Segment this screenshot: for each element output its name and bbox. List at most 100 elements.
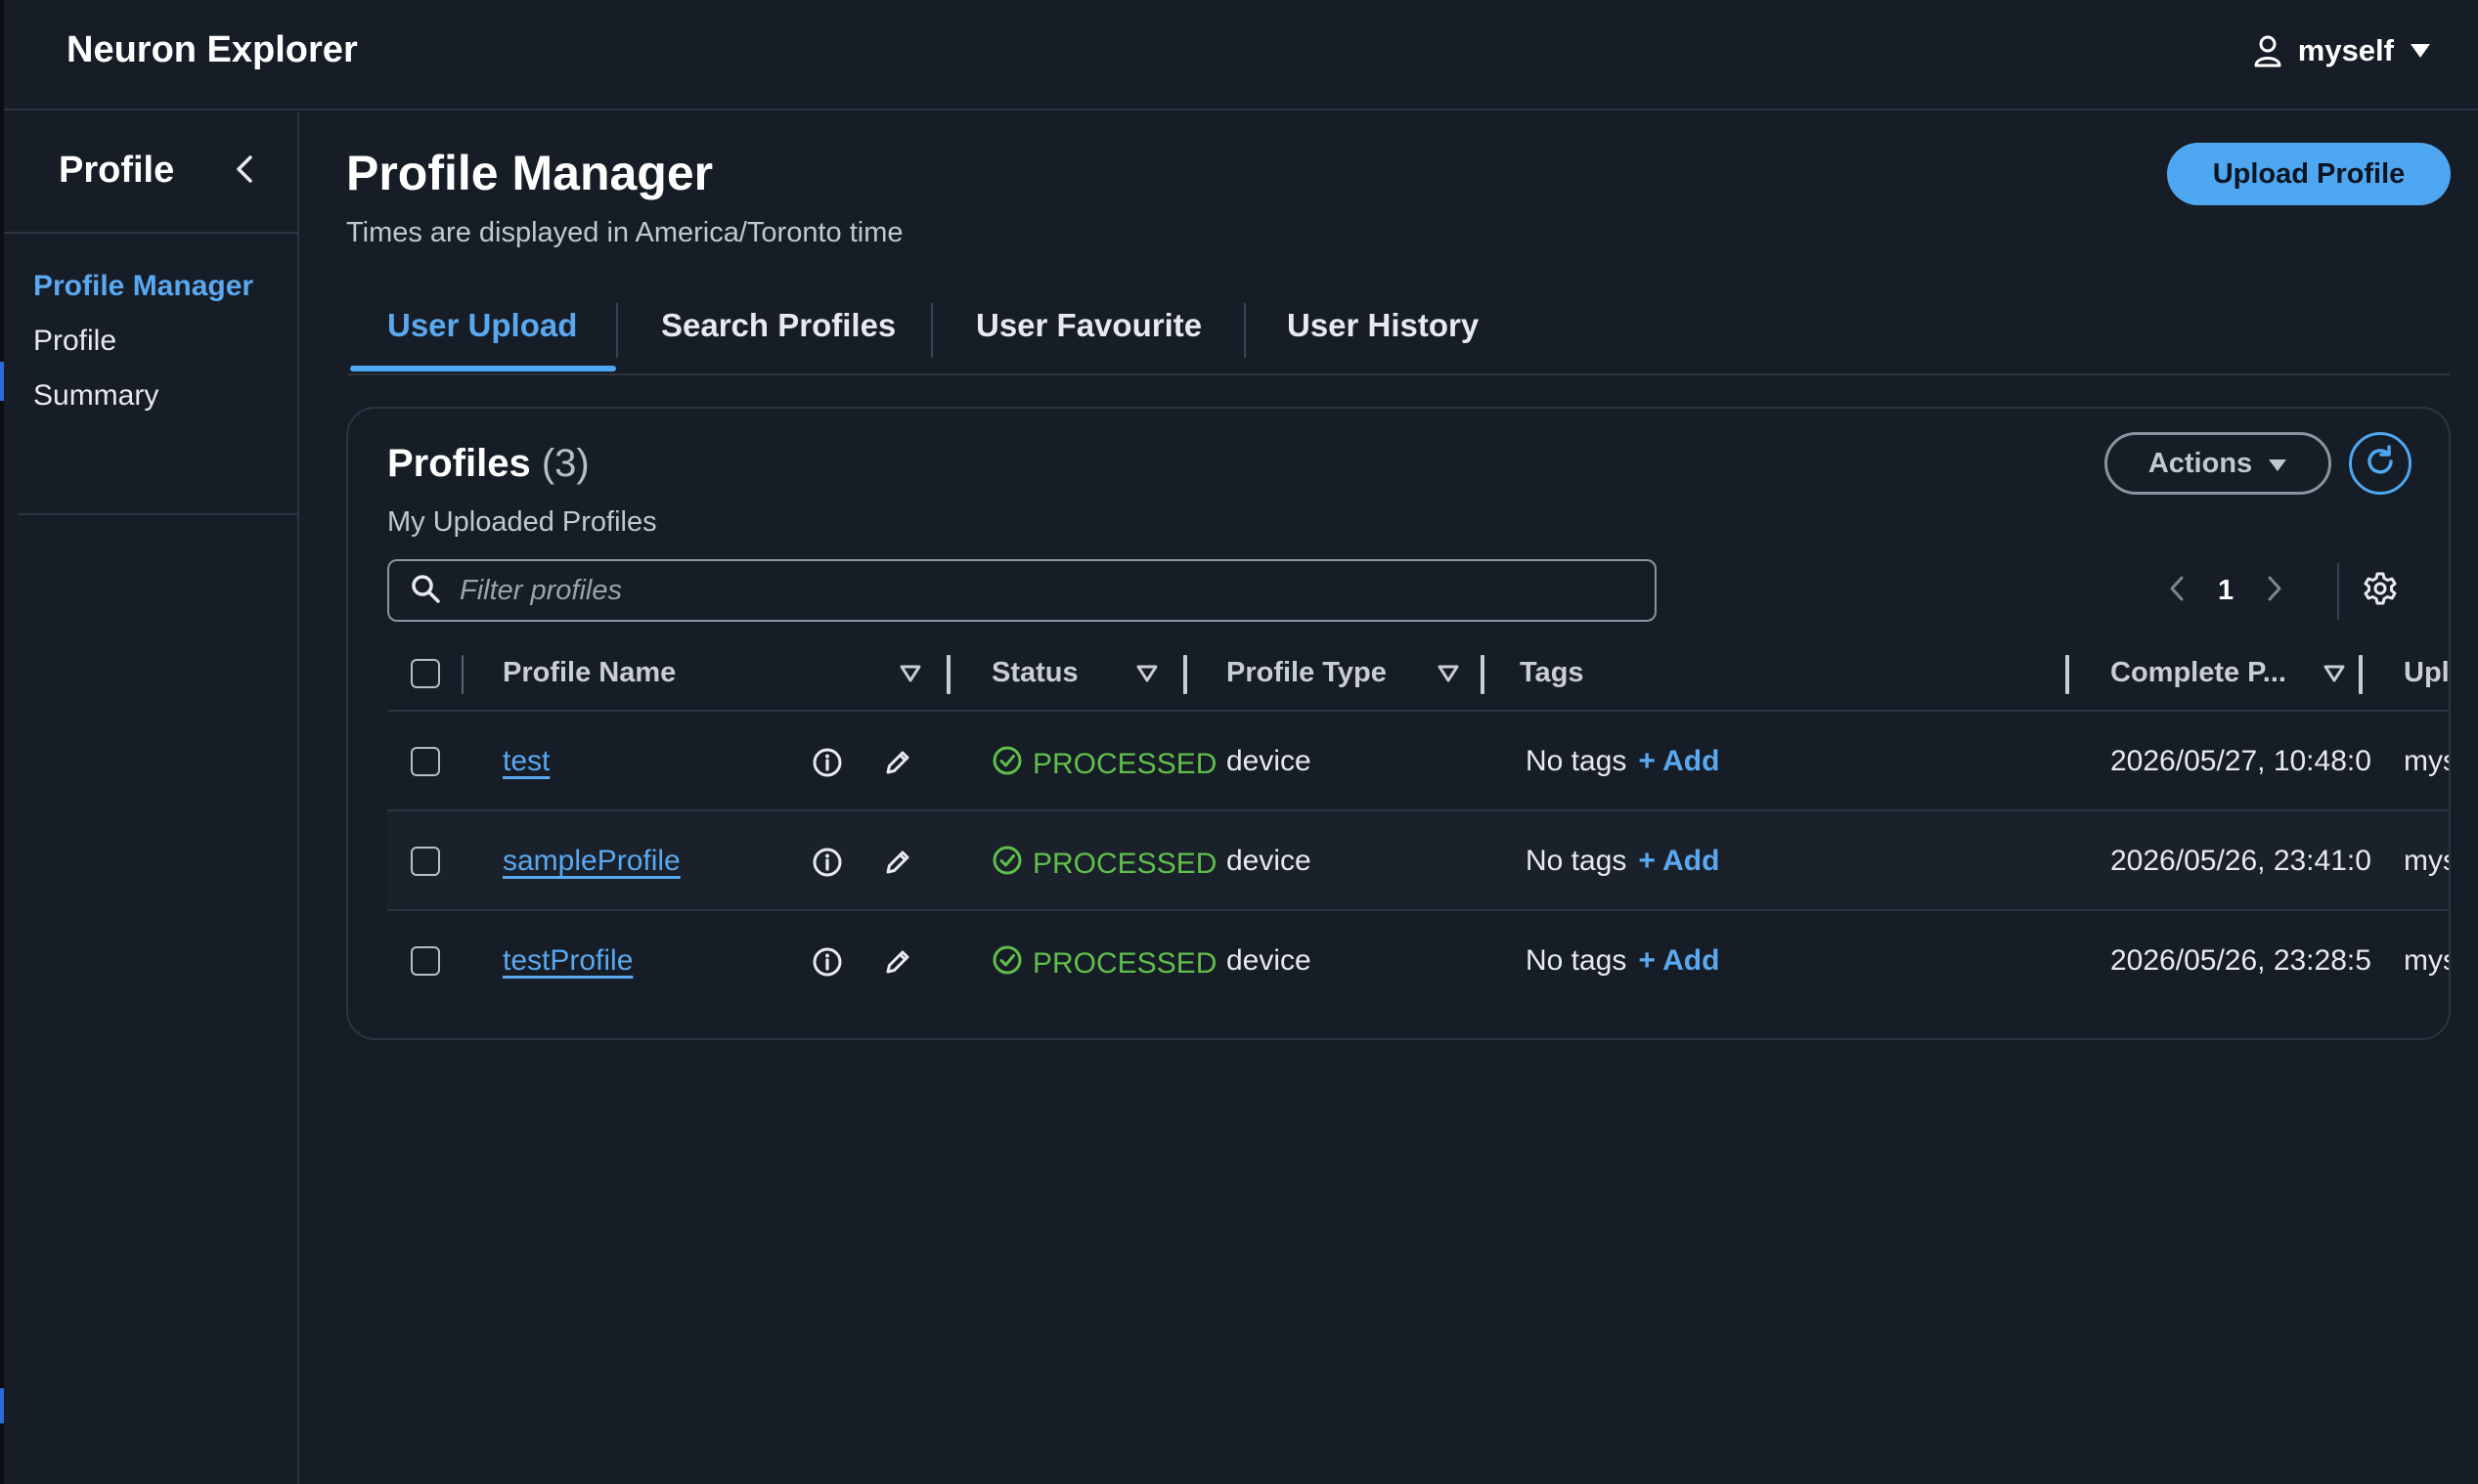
status-badge: PROCESSED bbox=[992, 944, 1217, 983]
add-tag-button[interactable]: + Add bbox=[1638, 745, 1719, 777]
sidebar-item-profile[interactable]: Profile bbox=[33, 314, 253, 369]
profile-type: device bbox=[1226, 845, 1311, 877]
column-header-tags[interactable]: Tags bbox=[1520, 657, 1584, 689]
column-header-profile-name[interactable]: Profile Name bbox=[503, 657, 676, 689]
tab-divider bbox=[1244, 303, 1246, 358]
profiles-panel: Profiles (3) My Uploaded Profiles Action… bbox=[346, 407, 2451, 1040]
chevron-down-icon bbox=[2268, 448, 2287, 480]
tab-bar: User Upload Search Profiles User Favouri… bbox=[348, 293, 2451, 375]
profile-name-link[interactable]: sampleProfile bbox=[503, 845, 681, 878]
add-tag-button[interactable]: + Add bbox=[1638, 845, 1719, 877]
tab-search-profiles[interactable]: Search Profiles bbox=[661, 307, 896, 371]
table-header: Profile Name Status Profile Type Tags Co… bbox=[387, 639, 2450, 712]
tab-user-favourite[interactable]: User Favourite bbox=[976, 307, 1202, 371]
column-resizer[interactable] bbox=[2359, 655, 2363, 694]
next-page-button[interactable] bbox=[2267, 575, 2282, 607]
column-divider bbox=[462, 655, 464, 694]
profile-name-link[interactable]: testProfile bbox=[503, 944, 633, 978]
pencil-icon[interactable] bbox=[880, 745, 915, 780]
profile-name-link[interactable]: test bbox=[503, 745, 550, 778]
uploader: myself bbox=[2404, 745, 2449, 777]
status-text: PROCESSED bbox=[1033, 848, 1217, 880]
pager-divider bbox=[2337, 563, 2339, 620]
info-icon[interactable] bbox=[810, 944, 845, 980]
select-all-checkbox[interactable] bbox=[411, 659, 440, 688]
tab-user-history[interactable]: User History bbox=[1287, 307, 1479, 371]
column-resizer[interactable] bbox=[2065, 655, 2069, 694]
sidebar-divider bbox=[18, 513, 297, 515]
sidebar: Profile Profile Manager Profile Summary bbox=[4, 112, 299, 1484]
chevron-down-icon bbox=[2410, 43, 2431, 59]
tab-divider bbox=[616, 303, 618, 358]
chevron-left-icon bbox=[236, 154, 253, 188]
uploader: myself bbox=[2404, 944, 2449, 977]
info-icon[interactable] bbox=[810, 745, 845, 780]
column-header-complete-processing[interactable]: Complete P... bbox=[2110, 657, 2286, 689]
column-header-uploader[interactable]: Upl bbox=[2404, 657, 2450, 689]
no-tags-text: No tags bbox=[1526, 845, 1627, 877]
filter-profiles-input[interactable] bbox=[460, 574, 1614, 607]
timezone-note: Times are displayed in America/Toronto t… bbox=[346, 217, 904, 248]
refresh-icon bbox=[2363, 444, 2398, 484]
collapse-sidebar-button[interactable] bbox=[227, 153, 262, 189]
tab-divider bbox=[931, 303, 933, 358]
complete-time: 2026/05/26, 23:41:0 bbox=[2110, 845, 2371, 877]
status-badge: PROCESSED bbox=[992, 845, 1217, 884]
sidebar-item-summary[interactable]: Summary bbox=[33, 369, 253, 423]
profile-type: device bbox=[1226, 944, 1311, 977]
profiles-table: Profile Name Status Profile Type Tags Co… bbox=[387, 639, 2450, 1011]
complete-time: 2026/05/27, 10:48:0 bbox=[2110, 745, 2371, 777]
panel-title: Profiles (3) bbox=[387, 442, 590, 486]
refresh-button[interactable] bbox=[2349, 432, 2412, 495]
table-row: sampleProfile PROCESSED device No tags + … bbox=[387, 811, 2449, 911]
row-checkbox[interactable] bbox=[411, 847, 440, 876]
filter-icon[interactable] bbox=[1136, 665, 1158, 687]
check-circle-icon bbox=[992, 745, 1023, 784]
column-header-profile-type[interactable]: Profile Type bbox=[1226, 657, 1387, 689]
profile-type: device bbox=[1226, 745, 1311, 777]
pencil-icon[interactable] bbox=[880, 944, 915, 980]
user-icon bbox=[2253, 34, 2282, 67]
table-row: testProfile PROCESSED device No tags + Ad… bbox=[387, 911, 2449, 1011]
top-navigation-bar: Neuron Explorer myself bbox=[4, 0, 2478, 110]
table-row: test PROCESSED device No tags + Add 2026/… bbox=[387, 712, 2449, 811]
current-page-number[interactable]: 1 bbox=[2218, 575, 2234, 607]
no-tags-text: No tags bbox=[1526, 745, 1627, 777]
table-settings-button[interactable] bbox=[2361, 571, 2400, 610]
filter-profiles-field[interactable] bbox=[387, 559, 1657, 622]
status-badge: PROCESSED bbox=[992, 745, 1217, 784]
search-icon bbox=[411, 574, 440, 608]
app-title[interactable]: Neuron Explorer bbox=[66, 29, 358, 71]
tab-user-upload[interactable]: User Upload bbox=[387, 307, 577, 371]
upload-profile-button[interactable]: Upload Profile bbox=[2167, 143, 2451, 205]
user-menu[interactable]: myself bbox=[2253, 33, 2431, 68]
profile-count: (3) bbox=[541, 442, 590, 485]
status-text: PROCESSED bbox=[1033, 748, 1217, 780]
no-tags-text: No tags bbox=[1526, 944, 1627, 977]
panel-subtitle: My Uploaded Profiles bbox=[387, 506, 657, 538]
column-resizer[interactable] bbox=[1183, 655, 1187, 694]
status-text: PROCESSED bbox=[1033, 947, 1217, 980]
info-icon[interactable] bbox=[810, 845, 845, 880]
sidebar-title: Profile bbox=[59, 150, 175, 191]
pagination: 1 bbox=[2169, 565, 2282, 616]
row-checkbox[interactable] bbox=[411, 747, 440, 776]
sidebar-nav: Profile Manager Profile Summary bbox=[33, 259, 253, 423]
filter-icon[interactable] bbox=[2323, 665, 2345, 687]
complete-time: 2026/05/26, 23:28:5 bbox=[2110, 944, 2371, 977]
previous-page-button[interactable] bbox=[2169, 575, 2185, 607]
check-circle-icon bbox=[992, 944, 1023, 983]
sidebar-item-profile-manager[interactable]: Profile Manager bbox=[33, 259, 253, 314]
pencil-icon[interactable] bbox=[880, 845, 915, 880]
filter-icon[interactable] bbox=[900, 665, 921, 687]
column-resizer[interactable] bbox=[947, 655, 951, 694]
active-tab-indicator bbox=[350, 366, 616, 371]
row-checkbox[interactable] bbox=[411, 946, 440, 976]
actions-dropdown[interactable]: Actions bbox=[2104, 432, 2331, 495]
uploader: myself bbox=[2404, 845, 2449, 877]
filter-icon[interactable] bbox=[1438, 665, 1459, 687]
column-resizer[interactable] bbox=[1481, 655, 1484, 694]
column-header-status[interactable]: Status bbox=[992, 657, 1079, 689]
add-tag-button[interactable]: + Add bbox=[1638, 944, 1719, 977]
tags-cell: No tags + Add bbox=[1526, 745, 1719, 778]
